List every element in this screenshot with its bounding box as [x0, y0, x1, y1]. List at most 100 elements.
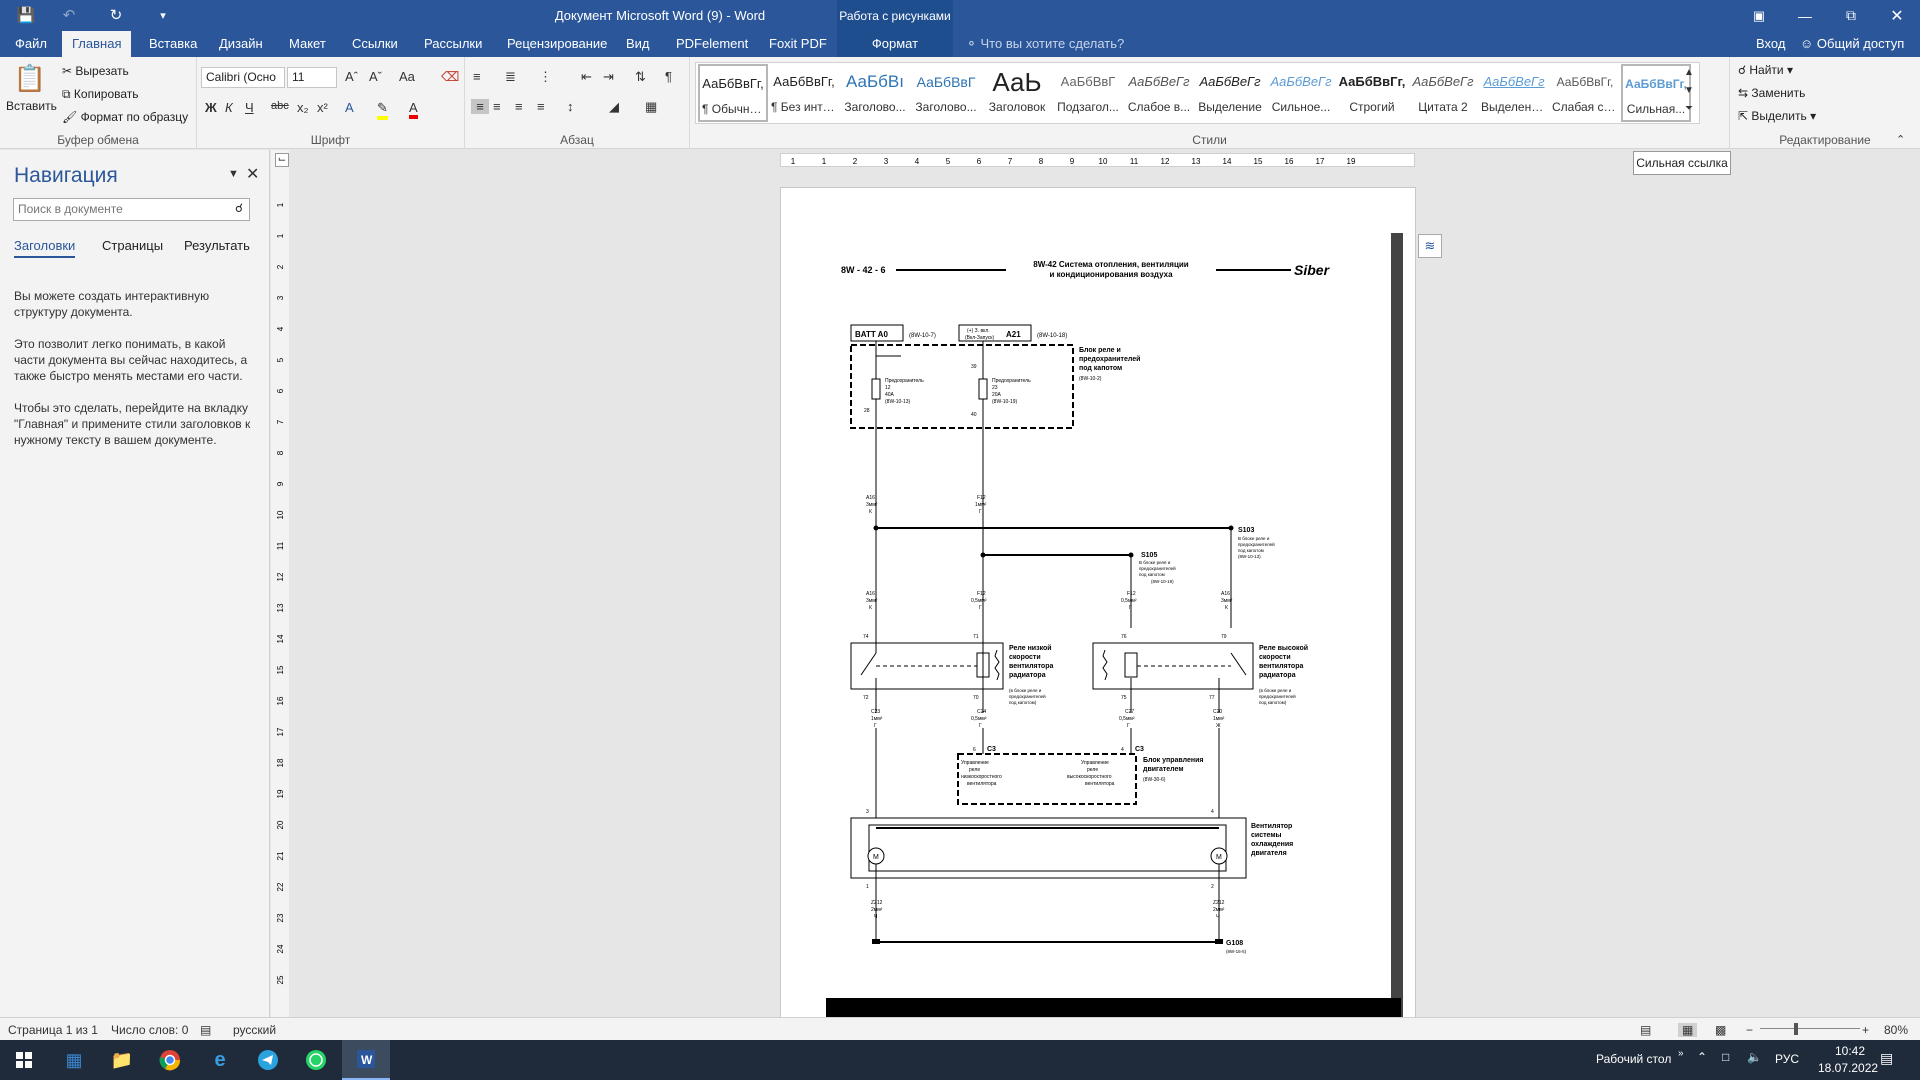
style-heading2[interactable]: АаБбВвГ Заголово...	[911, 64, 981, 122]
calculator-icon[interactable]: ▦	[50, 1040, 98, 1080]
tab-design[interactable]: Дизайн	[209, 31, 273, 57]
restore-icon[interactable]: ⧉	[1828, 0, 1874, 31]
tab-view[interactable]: Вид	[616, 31, 660, 57]
style-strong[interactable]: АаБбВвГг, Строгий	[1337, 64, 1407, 122]
style-intense-reference[interactable]: АаБбВвГг, Сильная...	[1621, 64, 1691, 122]
copy-button[interactable]: ⧉ Копировать	[62, 87, 139, 102]
decrease-indent-icon[interactable]: ⇤	[581, 69, 592, 85]
zoom-level[interactable]: 80%	[1884, 1023, 1908, 1037]
print-layout-icon[interactable]: ▦	[1678, 1023, 1698, 1037]
zoom-slider-thumb[interactable]	[1794, 1023, 1798, 1035]
style-subtle-reference[interactable]: АаБбВвГг, Слабая сс...	[1550, 64, 1620, 122]
nav-search-input[interactable]	[14, 199, 214, 219]
font-color-icon[interactable]: A	[409, 100, 418, 119]
replace-button[interactable]: ⇆ Заменить	[1738, 86, 1805, 100]
language[interactable]: русский	[233, 1023, 276, 1037]
action-center-icon[interactable]: ▤	[1880, 1050, 1893, 1067]
nav-tab-results[interactable]: Результать	[184, 238, 250, 253]
font-size-box[interactable]: 11	[287, 67, 337, 88]
undo-icon[interactable]: ↶	[56, 4, 82, 26]
proofing-icon[interactable]: ▤	[200, 1023, 211, 1037]
nav-options-icon[interactable]: ▼	[228, 168, 239, 180]
style-subtitle[interactable]: АаБбВвГ Подзагол...	[1053, 64, 1123, 122]
tab-layout[interactable]: Макет	[279, 31, 336, 57]
bold-icon[interactable]: Ж	[205, 100, 217, 115]
customize-qat-icon[interactable]: ▾	[150, 4, 176, 26]
wiring-diagram[interactable]: 8W - 42 - 6 8W-42 Система отопления, вен…	[781, 188, 1416, 1027]
subscript-icon[interactable]: x₂	[297, 100, 309, 115]
style-heading1[interactable]: АаБбВı Заголово...	[840, 64, 910, 122]
telegram-icon[interactable]	[244, 1040, 292, 1080]
paste-button[interactable]: Вставить	[6, 99, 57, 113]
style-intense-emphasis[interactable]: АаБбВеГг Сильное...	[1266, 64, 1336, 122]
font-name-box[interactable]: Calibri (Осно	[201, 67, 285, 88]
file-explorer-icon[interactable]: 📁	[98, 1040, 146, 1080]
chrome-icon[interactable]	[146, 1040, 194, 1080]
clock-date[interactable]: 18.07.2022	[1818, 1061, 1878, 1075]
superscript-icon[interactable]: x²	[317, 100, 328, 115]
format-painter-button[interactable]: 🖌 Формат по образцу	[62, 110, 188, 124]
nav-search-box[interactable]: ☌	[13, 198, 250, 221]
select-button[interactable]: ⇱ Выделить ▾	[1738, 109, 1816, 123]
styles-scroll-down-icon[interactable]: ▼	[1682, 85, 1696, 96]
search-icon[interactable]: ☌	[235, 201, 243, 215]
tab-format[interactable]: Формат	[837, 31, 953, 57]
style-quote[interactable]: АаБбВеГг Цитата 2	[1408, 64, 1478, 122]
show-marks-icon[interactable]: ¶	[665, 69, 672, 84]
tab-selector-icon[interactable]: ⌙	[275, 153, 289, 167]
style-title[interactable]: АаЬ Заголовок	[982, 64, 1052, 122]
tab-foxit[interactable]: Foxit PDF	[759, 31, 837, 57]
word-count[interactable]: Число слов: 0	[111, 1023, 188, 1037]
tab-file[interactable]: Файл	[5, 31, 57, 57]
paste-icon[interactable]: 📋	[10, 63, 50, 97]
document-page[interactable]: 8W - 42 - 6 8W-42 Система отопления, вен…	[780, 187, 1416, 1027]
style-subtle-emphasis[interactable]: АаБбВеГг Слабое в...	[1124, 64, 1194, 122]
numbering-icon[interactable]: ≣	[505, 69, 516, 85]
volume-icon[interactable]: 🔈	[1747, 1050, 1762, 1064]
network-icon[interactable]: □	[1722, 1050, 1729, 1064]
tab-references[interactable]: Ссылки	[342, 31, 408, 57]
page-count[interactable]: Страница 1 из 1	[8, 1023, 98, 1037]
style-normal[interactable]: АаБбВвГг, ¶ Обычный	[698, 64, 768, 122]
strikethrough-icon[interactable]: abc	[271, 100, 289, 112]
windows-start-icon[interactable]	[0, 1040, 48, 1080]
close-icon[interactable]: ✕	[1874, 0, 1920, 31]
zoom-slider[interactable]	[1760, 1028, 1860, 1029]
bullets-icon[interactable]: ≡	[473, 69, 481, 84]
tab-insert[interactable]: Вставка	[139, 31, 207, 57]
tab-mailings[interactable]: Рассылки	[414, 31, 492, 57]
save-icon[interactable]: 💾	[13, 4, 39, 26]
desktop-toolbar-label[interactable]: Рабочий стол	[1596, 1052, 1671, 1066]
layout-options-icon[interactable]: ≋	[1418, 234, 1442, 258]
find-button[interactable]: ☌ Найти ▾	[1738, 63, 1793, 77]
tab-review[interactable]: Рецензирование	[497, 31, 617, 57]
redo-icon[interactable]: ↻	[103, 4, 129, 26]
nav-tab-headings[interactable]: Заголовки	[14, 238, 76, 258]
style-emphasis[interactable]: АаБбВеГг Выделение	[1195, 64, 1265, 122]
zoom-out-icon[interactable]: −	[1746, 1023, 1753, 1037]
text-effects-icon[interactable]: A	[345, 100, 354, 115]
style-intense-quote[interactable]: АаБбВеГг Выделенн...	[1479, 64, 1549, 122]
sort-icon[interactable]: ⇅	[635, 69, 646, 85]
align-center-icon[interactable]: ≡	[493, 99, 501, 114]
multilevel-list-icon[interactable]: ⋮	[539, 69, 552, 85]
signin-link[interactable]: Вход	[1756, 31, 1785, 57]
whatsapp-icon[interactable]	[292, 1040, 340, 1080]
input-language[interactable]: РУС	[1775, 1052, 1799, 1066]
cut-button[interactable]: ✂ Вырезать	[62, 64, 129, 78]
highlight-icon[interactable]: ✎	[377, 100, 388, 120]
ribbon-display-icon[interactable]: ▣	[1736, 0, 1782, 31]
web-layout-icon[interactable]: ▩	[1715, 1023, 1726, 1037]
increase-indent-icon[interactable]: ⇥	[603, 69, 614, 85]
zoom-in-icon[interactable]: +	[1862, 1023, 1869, 1037]
underline-icon[interactable]: Ч	[245, 100, 254, 115]
tab-pdfelement[interactable]: PDFelement	[666, 31, 758, 57]
internet-explorer-icon[interactable]: e	[196, 1040, 244, 1080]
word-taskbar-icon[interactable]: W	[342, 1040, 390, 1080]
toolbar-expand-icon[interactable]: »	[1678, 1048, 1684, 1059]
line-spacing-icon[interactable]: ↕	[567, 99, 574, 114]
style-no-spacing[interactable]: АаБбВвГг, ¶ Без инте...	[769, 64, 839, 122]
styles-scroll-up-icon[interactable]: ▲	[1682, 67, 1696, 78]
borders-icon[interactable]: ▦	[645, 99, 657, 115]
tab-home[interactable]: Главная	[62, 31, 132, 57]
